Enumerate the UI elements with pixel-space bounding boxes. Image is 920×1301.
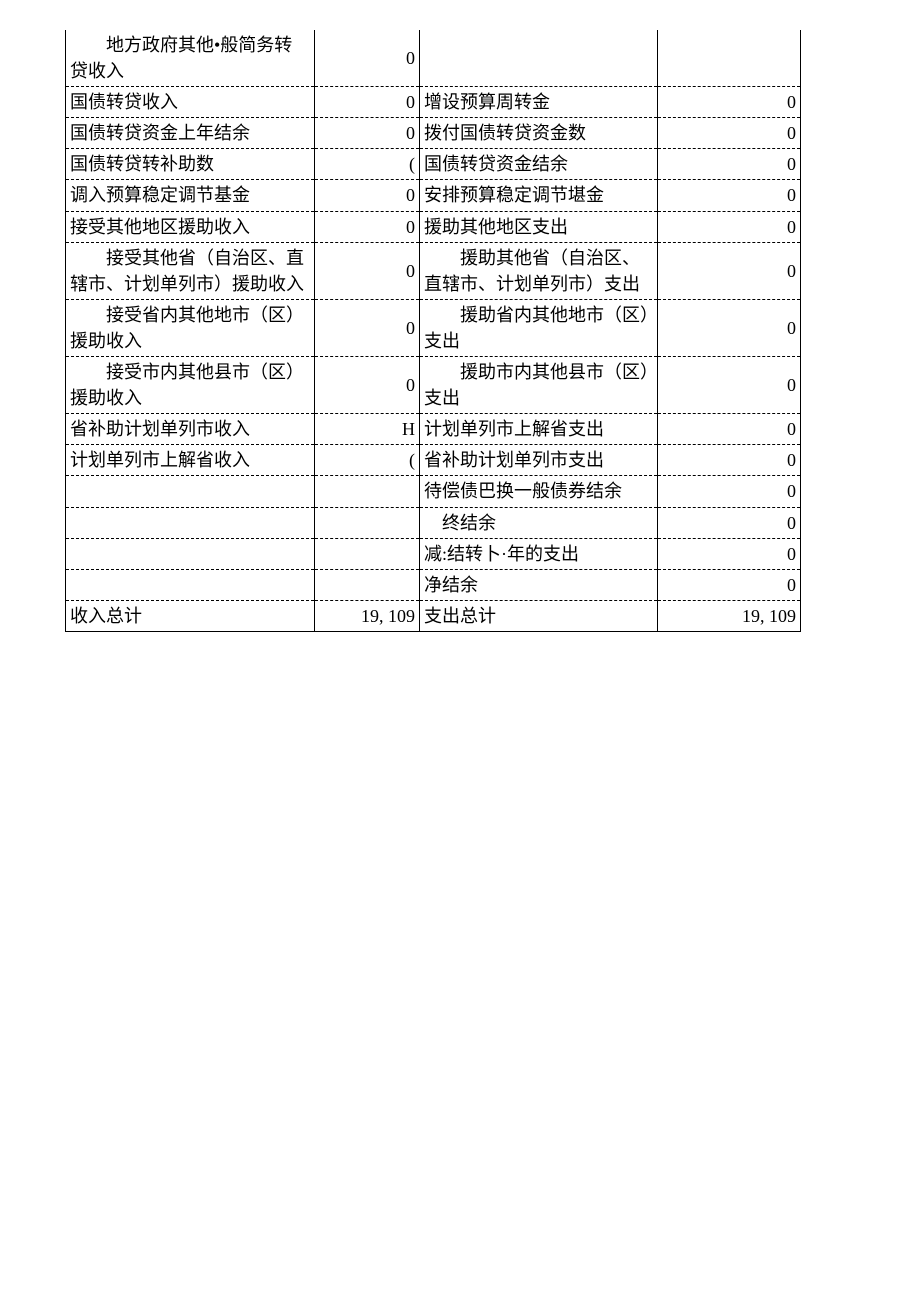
expense-label: 净结余	[420, 569, 658, 600]
expense-label: 省补助计划单列市支出	[420, 445, 658, 476]
income-label	[66, 476, 315, 507]
expense-label: 拨付国债转贷资金数	[420, 118, 658, 149]
income-label: 调入预算稳定调节基金	[66, 180, 315, 211]
table-row: 计划单列市上解省收入(省补助计划单列市支出0	[66, 445, 801, 476]
expense-label: 国债转贷资金结余	[420, 149, 658, 180]
income-label: 计划单列市上解省收入	[66, 445, 315, 476]
table-row: 待偿债巴换一般债券结余0	[66, 476, 801, 507]
expense-value: 0	[658, 357, 801, 414]
expense-value: 0	[658, 211, 801, 242]
expense-total-label: 支出总计	[420, 600, 658, 631]
income-value	[315, 507, 420, 538]
income-value: 0	[315, 211, 420, 242]
income-value: (	[315, 149, 420, 180]
expense-value: 0	[658, 242, 801, 299]
expense-value: 0	[658, 414, 801, 445]
expense-value: 0	[658, 299, 801, 356]
table-row: 接受其他省（自治区、直辖市、计划单列市）援助收入0 援助其他省（自治区、直辖市、…	[66, 242, 801, 299]
income-value: 0	[315, 87, 420, 118]
expense-label: 安排预算稳定调节堪金	[420, 180, 658, 211]
income-value: 0	[315, 357, 420, 414]
income-label: 接受其他地区援助收入	[66, 211, 315, 242]
expense-label: 终结余	[420, 507, 658, 538]
income-value: (	[315, 445, 420, 476]
total-row: 收入总计19, 109支出总计19, 109	[66, 600, 801, 631]
table-row: 省补助计划单列市收入H计划单列市上解省支出0	[66, 414, 801, 445]
expense-label: 援助其他地区支出	[420, 211, 658, 242]
expense-value: 0	[658, 118, 801, 149]
income-label: 国债转贷转补助数	[66, 149, 315, 180]
expense-label: 援助省内其他地市（区）支出	[420, 299, 658, 356]
expense-value: 0	[658, 445, 801, 476]
income-label: 接受其他省（自治区、直辖市、计划单列市）援助收入	[66, 242, 315, 299]
expense-value: 0	[658, 87, 801, 118]
table-row: 净结余0	[66, 569, 801, 600]
expense-label	[420, 30, 658, 87]
table-row: 接受省内其他地市（区）援助收入0 援助省内其他地市（区）支出0	[66, 299, 801, 356]
expense-value: 0	[658, 538, 801, 569]
expense-label: 计划单列市上解省支出	[420, 414, 658, 445]
table-row: 国债转贷转补助数(国债转贷资金结余0	[66, 149, 801, 180]
table-row: 终结余0	[66, 507, 801, 538]
income-value: H	[315, 414, 420, 445]
income-total-label: 收入总计	[66, 600, 315, 631]
income-value: 0	[315, 242, 420, 299]
income-label: 地方政府其他•般简务转贷收入	[66, 30, 315, 87]
expense-label: 援助市内其他县市（区）支出	[420, 357, 658, 414]
table-row: 国债转贷资金上年结余0拨付国债转贷资金数0	[66, 118, 801, 149]
table-row: 接受其他地区援助收入0援助其他地区支出0	[66, 211, 801, 242]
expense-value: 0	[658, 180, 801, 211]
expense-total-value: 19, 109	[658, 600, 801, 631]
income-label: 国债转贷资金上年结余	[66, 118, 315, 149]
expense-label: 援助其他省（自治区、直辖市、计划单列市）支出	[420, 242, 658, 299]
expense-label: 减:结转卜·年的支出	[420, 538, 658, 569]
income-value	[315, 476, 420, 507]
expense-value: 0	[658, 507, 801, 538]
income-value: 0	[315, 30, 420, 87]
income-label: 接受省内其他地市（区）援助收入	[66, 299, 315, 356]
income-value: 0	[315, 118, 420, 149]
income-value	[315, 538, 420, 569]
budget-table: 地方政府其他•般简务转贷收入0国债转贷收入0增设预算周转金0国债转贷资金上年结余…	[65, 30, 801, 632]
table-row: 调入预算稳定调节基金0安排预算稳定调节堪金0	[66, 180, 801, 211]
table-row: 减:结转卜·年的支出0	[66, 538, 801, 569]
income-label: 接受市内其他县市（区）援助收入	[66, 357, 315, 414]
expense-value: 0	[658, 476, 801, 507]
table-row: 地方政府其他•般简务转贷收入0	[66, 30, 801, 87]
income-total-value: 19, 109	[315, 600, 420, 631]
income-value: 0	[315, 180, 420, 211]
income-label: 省补助计划单列市收入	[66, 414, 315, 445]
income-label: 国债转贷收入	[66, 87, 315, 118]
expense-value: 0	[658, 149, 801, 180]
income-value: 0	[315, 299, 420, 356]
income-value	[315, 569, 420, 600]
table-row: 接受市内其他县市（区）援助收入0 援助市内其他县市（区）支出0	[66, 357, 801, 414]
income-label	[66, 507, 315, 538]
income-label	[66, 569, 315, 600]
expense-label: 待偿债巴换一般债券结余	[420, 476, 658, 507]
table-row: 国债转贷收入0增设预算周转金0	[66, 87, 801, 118]
income-label	[66, 538, 315, 569]
expense-value: 0	[658, 569, 801, 600]
expense-value	[658, 30, 801, 87]
expense-label: 增设预算周转金	[420, 87, 658, 118]
